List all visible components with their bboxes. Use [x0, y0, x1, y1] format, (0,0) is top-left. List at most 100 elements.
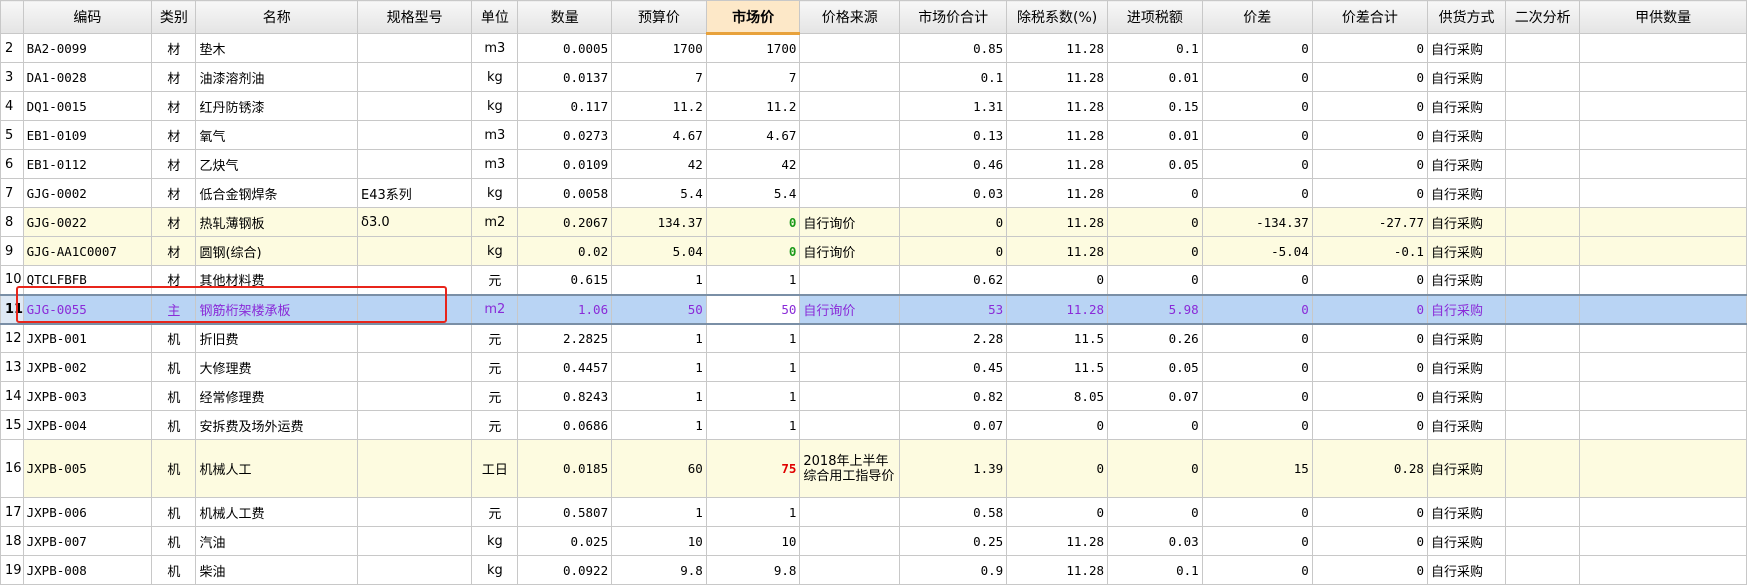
cell-price-diff-total[interactable]: 0 [1311, 178, 1428, 208]
cell-budget-price[interactable]: 9.8 [611, 555, 707, 585]
table-row[interactable]: 12 JXPB-001 机 折旧费 元 2.2825 1 1 2.28 11.5 0.26 0 0 自行采… [0, 323, 1747, 353]
cell-price-diff-total[interactable]: 0 [1311, 265, 1428, 295]
cell-unit[interactable]: 元 [471, 352, 519, 382]
header-quantity[interactable]: 数量 [517, 0, 613, 34]
cell-price-diff[interactable]: 0 [1201, 178, 1313, 208]
cell-supply-method[interactable]: 自行采购 [1426, 381, 1507, 411]
cell-secondary-analysis[interactable] [1505, 555, 1581, 585]
table-row[interactable]: 7 GJG-0002 材 低合金钢焊条 E43系列 kg 0.0058 5.4 5.4 0.03 1… [0, 178, 1747, 208]
cell-unit[interactable]: m3 [471, 120, 519, 150]
cell-price-source[interactable] [799, 410, 901, 440]
cell-price-diff[interactable]: 0 [1201, 265, 1313, 295]
cell-market-total[interactable]: 0 [899, 207, 1008, 237]
cell-owner-supplied-qty[interactable] [1579, 555, 1747, 585]
cell-tax-coefficient[interactable]: 0 [1006, 439, 1109, 498]
header-spec[interactable]: 规格型号 [356, 0, 473, 34]
cell-owner-supplied-qty[interactable] [1579, 381, 1747, 411]
cell-code[interactable]: JXPB-003 [22, 381, 153, 411]
table-row[interactable]: 2 BA2-0099 材 垫木 m3 0.0005 1700 1700 0.85 11.28 0.1… [0, 33, 1747, 63]
cell-category[interactable]: 机 [151, 439, 197, 498]
cell-tax-coefficient[interactable]: 11.28 [1006, 33, 1109, 63]
cell-owner-supplied-qty[interactable] [1579, 120, 1747, 150]
cell-secondary-analysis[interactable] [1505, 207, 1581, 237]
row-number[interactable]: 2 [0, 33, 24, 63]
row-number[interactable]: 4 [0, 91, 24, 121]
cell-price-diff-total[interactable]: 0 [1311, 149, 1428, 179]
cell-price-diff-total[interactable]: 0 [1311, 526, 1428, 556]
cell-name[interactable]: 机械人工 [195, 439, 358, 498]
row-number[interactable]: 9 [0, 236, 24, 266]
cell-market-price[interactable]: 4.67 [705, 120, 801, 150]
cell-budget-price[interactable]: 1700 [611, 33, 707, 63]
cell-secondary-analysis[interactable] [1505, 62, 1581, 92]
cell-name[interactable]: 安拆费及场外运费 [195, 410, 358, 440]
header-market-total[interactable]: 市场价合计 [899, 0, 1008, 34]
cell-spec[interactable] [356, 352, 473, 382]
cell-tax-coefficient[interactable]: 11.5 [1006, 323, 1109, 353]
cell-supply-method[interactable]: 自行采购 [1426, 323, 1507, 353]
cell-supply-method[interactable]: 自行采购 [1426, 120, 1507, 150]
cell-code[interactable]: GJG-0002 [22, 178, 153, 208]
cell-quantity[interactable]: 0.5807 [517, 497, 613, 527]
cell-input-tax[interactable]: 0 [1107, 410, 1203, 440]
cell-market-total[interactable]: 0.45 [899, 352, 1008, 382]
cell-owner-supplied-qty[interactable] [1579, 323, 1747, 353]
cell-code[interactable]: JXPB-008 [22, 555, 153, 585]
cell-price-diff-total[interactable]: 0 [1311, 381, 1428, 411]
cell-code[interactable]: JXPB-007 [22, 526, 153, 556]
cell-market-price[interactable]: 1 [705, 265, 801, 295]
table-row[interactable]: 19 JXPB-008 机 柴油 kg 0.0922 9.8 9.8 0.9 11.28 0.1 0 0… [0, 555, 1747, 585]
cell-secondary-analysis[interactable] [1505, 178, 1581, 208]
cell-budget-price[interactable]: 11.2 [611, 91, 707, 121]
cell-market-price[interactable]: 75 [705, 439, 801, 498]
cell-name[interactable]: 垫木 [195, 33, 358, 63]
table-row[interactable]: 10 QTCLFBFB 材 其他材料费 元 0.615 1 1 0.62 0 0 0 0 自行采购 [0, 265, 1747, 295]
cell-name[interactable]: 汽油 [195, 526, 358, 556]
cell-market-price[interactable]: 10 [705, 526, 801, 556]
cell-price-diff[interactable]: 0 [1201, 33, 1313, 63]
cell-code[interactable]: JXPB-001 [22, 323, 153, 353]
cell-name[interactable]: 机械人工费 [195, 497, 358, 527]
cell-owner-supplied-qty[interactable] [1579, 178, 1747, 208]
cell-code[interactable]: BA2-0099 [22, 33, 153, 63]
cell-tax-coefficient[interactable]: 0 [1006, 410, 1109, 440]
cell-quantity[interactable]: 0.0686 [517, 410, 613, 440]
cell-budget-price[interactable]: 7 [611, 62, 707, 92]
cell-price-source[interactable]: 2018年上半年综合用工指导价 [799, 439, 901, 498]
cell-price-diff-total[interactable]: 0 [1311, 33, 1428, 63]
cell-input-tax[interactable]: 0.03 [1107, 526, 1203, 556]
cell-input-tax[interactable]: 0.15 [1107, 91, 1203, 121]
cell-input-tax[interactable]: 0.05 [1107, 352, 1203, 382]
cell-code[interactable]: EB1-0109 [22, 120, 153, 150]
cell-market-total[interactable]: 1.39 [899, 439, 1008, 498]
header-budget-price[interactable]: 预算价 [611, 0, 707, 34]
cell-spec[interactable] [356, 381, 473, 411]
cell-secondary-analysis[interactable] [1505, 323, 1581, 353]
cell-quantity[interactable]: 0.2067 [517, 207, 613, 237]
cell-secondary-analysis[interactable] [1505, 236, 1581, 266]
cell-code[interactable]: DA1-0028 [22, 62, 153, 92]
cell-quantity[interactable]: 0.615 [517, 265, 613, 295]
cell-spec[interactable] [356, 149, 473, 179]
row-number[interactable]: 15 [0, 410, 24, 440]
cell-market-total[interactable]: 0.03 [899, 178, 1008, 208]
cell-input-tax[interactable]: 0.01 [1107, 120, 1203, 150]
cell-quantity[interactable]: 0.0137 [517, 62, 613, 92]
cell-price-diff-total[interactable]: -0.1 [1311, 236, 1428, 266]
cell-quantity[interactable]: 0.0922 [517, 555, 613, 585]
cell-price-source[interactable] [799, 149, 901, 179]
row-number[interactable]: 11 [0, 293, 24, 325]
cell-name[interactable]: 低合金钢焊条 [195, 178, 358, 208]
cell-unit[interactable]: 元 [471, 323, 519, 353]
cell-price-diff[interactable]: 0 [1201, 91, 1313, 121]
cell-spec[interactable] [356, 120, 473, 150]
corner-header[interactable] [0, 0, 24, 34]
cell-price-diff[interactable]: 0 [1201, 120, 1313, 150]
cell-owner-supplied-qty[interactable] [1579, 62, 1747, 92]
cell-secondary-analysis[interactable] [1505, 33, 1581, 63]
cell-category[interactable]: 机 [151, 352, 197, 382]
cell-tax-coefficient[interactable]: 0 [1006, 265, 1109, 295]
cell-supply-method[interactable]: 自行采购 [1426, 497, 1507, 527]
cell-price-source[interactable]: 自行询价 [799, 207, 901, 237]
row-number[interactable]: 12 [0, 323, 24, 353]
